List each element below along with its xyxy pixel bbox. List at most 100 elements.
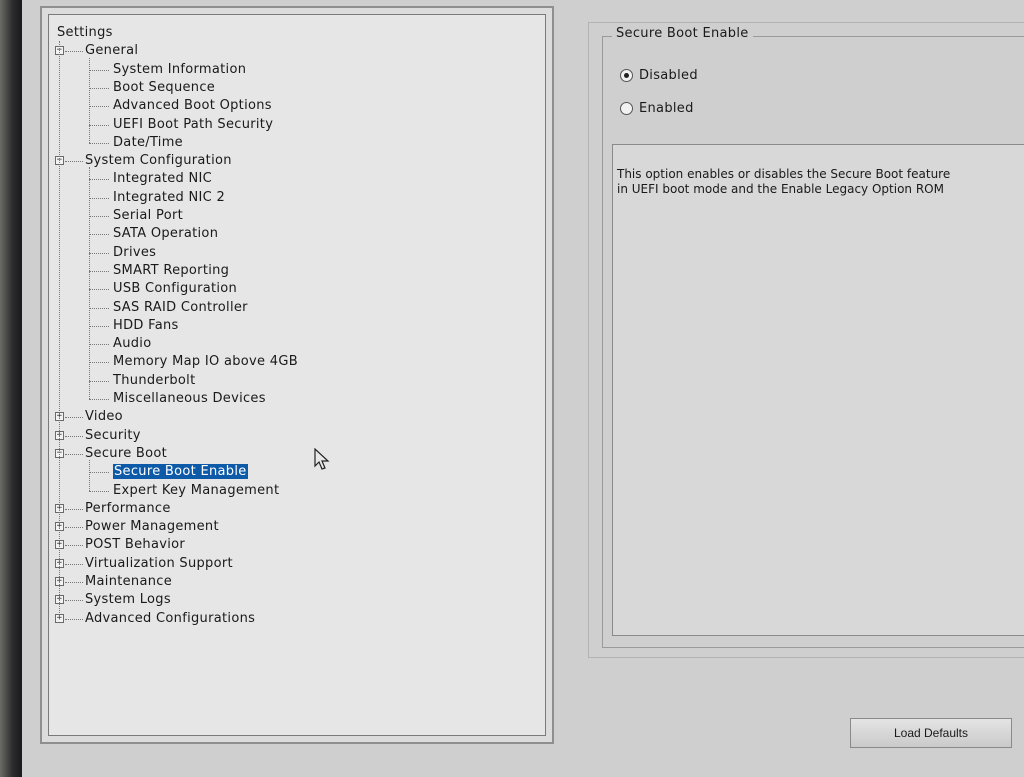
tree-category-security[interactable]: Security [85,428,141,444]
tree-category-virtualization-support[interactable]: Virtualization Support [85,556,233,572]
tree-connector [89,252,109,254]
tree-connector [89,307,109,309]
tree-item-sas-raid-controller[interactable]: SAS RAID Controller [113,300,248,316]
tree-connector [65,618,83,620]
tree-item-label: SAS RAID Controller [113,299,248,315]
tree-item-integrated-nic[interactable]: Integrated NIC [113,171,212,187]
settings-tree-panel: Settings − General System Information Boot … [40,6,554,744]
radio-unselected-icon[interactable] [620,102,633,115]
tree-item-memory-map-io-above-4gb[interactable]: Memory Map IO above 4GB [113,354,298,370]
tree-item-label: Integrated NIC 2 [113,189,226,205]
tree-connector [89,87,109,89]
radio-enabled-label: Enabled [639,101,694,116]
tree-item-expert-key-management[interactable]: Expert Key Management [113,483,279,499]
tree-category-advanced-configurations[interactable]: Advanced Configurations [85,611,255,627]
tree-connector [89,472,109,474]
tree-root-settings: Settings [57,25,113,40]
tree-connector [65,527,83,529]
tree-item-hdd-fans[interactable]: HDD Fans [113,318,179,334]
option-group-title: Secure Boot Enable [612,26,753,41]
tree-item-miscellaneous-devices[interactable]: Miscellaneous Devices [113,391,266,407]
tree-item-label: Expert Key Management [113,482,280,498]
tree-item-label: Integrated NIC [113,171,213,187]
tree-connector [89,270,109,272]
tree-category-secure-boot[interactable]: Secure Boot [85,446,167,462]
tree-item-label: Serial Port [113,208,183,223]
tree-item-label: UEFI Boot Path Security [113,116,274,132]
radio-disabled[interactable]: Disabled [620,68,698,83]
tree-connector [89,380,109,382]
description-line-2: in UEFI boot mode and the Enable Legacy … [617,182,944,196]
tree-connector [89,197,109,199]
tree-item-system-information[interactable]: System Information [113,62,246,78]
radio-selected-icon[interactable] [620,69,633,82]
tree-connector [89,289,109,291]
tree-item-label: Thunderbolt [113,372,196,388]
tree-connector [65,563,83,565]
tree-item-label: USB Configuration [113,281,238,297]
tree-category-video[interactable]: Video [85,409,123,425]
tree-connector [89,216,109,217]
tree-connector [89,57,90,144]
tree-connector [89,179,109,181]
tree-item-label: Boot Sequence [113,79,216,95]
tree-connector [89,142,109,144]
tree-item-drives[interactable]: Drives [113,245,156,261]
tree-item-advanced-boot-options[interactable]: Advanced Boot Options [113,98,272,114]
tree-item-label: SMART Reporting [113,262,230,278]
tree-category-maintenance[interactable]: Maintenance [85,574,172,590]
tree-item-boot-sequence[interactable]: Boot Sequence [113,80,215,96]
description-line-1: This option enables or disables the Secu… [617,167,951,181]
tree-item-label: Date/Time [113,134,183,150]
tree-item-smart-reporting[interactable]: SMART Reporting [113,263,229,279]
tree-connector [65,582,83,583]
tree-item-integrated-nic-2[interactable]: Integrated NIC 2 [113,190,225,206]
tree-connector [65,508,83,510]
tree-item-label: Advanced Boot Options [113,98,272,114]
tree-connector [65,435,83,437]
tree-connector [65,453,83,455]
tree-category-general[interactable]: General [85,43,138,59]
tree-connector [65,600,83,602]
tree-connector [89,362,109,364]
tree-item-audio[interactable]: Audio [113,336,151,352]
tree-item-usb-configuration[interactable]: USB Configuration [113,281,237,297]
tree-connector [89,106,109,108]
tree-item-date-time[interactable]: Date/Time [113,135,183,151]
tree-category-system-configuration[interactable]: System Configuration [85,153,232,169]
tree-item-label: Secure Boot Enable [113,464,248,480]
tree-category-performance[interactable]: Performance [85,501,171,517]
tree-connector [89,399,109,400]
tree-connector [59,41,60,619]
tree-item-label: HDD Fans [113,317,179,333]
tree-item-thunderbolt[interactable]: Thunderbolt [113,373,195,389]
tree-connector [89,69,109,71]
settings-tree: Settings − General System Information Boot … [49,15,545,735]
mouse-pointer-icon [314,448,330,470]
tree-connector [89,167,90,400]
tree-category-system-logs[interactable]: System Logs [85,592,171,608]
tree-connector [89,325,109,327]
tree-item-secure-boot-enable[interactable]: Secure Boot Enable [113,464,248,480]
monitor-bezel [0,0,22,777]
tree-item-uefi-boot-path-security[interactable]: UEFI Boot Path Security [113,117,273,133]
load-defaults-button[interactable]: Load Defaults [850,718,1012,748]
tree-item-label: System Information [113,61,247,77]
tree-item-label: Drives [113,244,157,260]
tree-item-serial-port[interactable]: Serial Port [113,208,183,224]
radio-enabled[interactable]: Enabled [620,101,694,116]
tree-item-label: SATA Operation [113,226,219,242]
tree-connector [89,344,109,346]
tree-category-post-behavior[interactable]: POST Behavior [85,537,185,553]
tree-item-sata-operation[interactable]: SATA Operation [113,226,218,242]
settings-tree-inner: Settings − General System Information Boot … [48,14,546,736]
tree-connector [89,490,109,492]
description-box: This option enables or disables the Secu… [612,144,1024,636]
tree-connector [89,460,90,491]
tree-item-label: Memory Map IO above 4GB [113,354,298,370]
tree-connector [65,51,83,53]
tree-item-label: Miscellaneous Devices [113,391,266,406]
tree-connector [65,417,83,419]
tree-connector [65,161,83,163]
tree-category-power-management[interactable]: Power Management [85,519,219,535]
